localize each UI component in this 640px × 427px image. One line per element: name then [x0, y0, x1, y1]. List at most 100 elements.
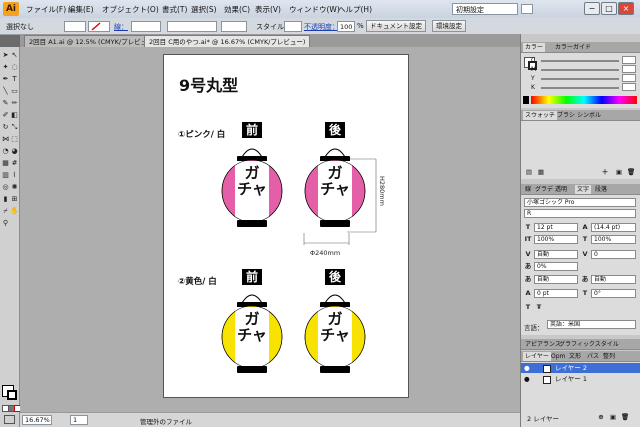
tab-transparency[interactable]: 透明: [553, 185, 569, 194]
tab-character[interactable]: 文字: [575, 185, 592, 194]
tsume-field[interactable]: 0%: [534, 262, 578, 271]
vertical-scale-field[interactable]: 100%: [534, 235, 578, 244]
workspace-select[interactable]: 初期設定: [452, 3, 518, 15]
close-button[interactable]: ×: [618, 2, 634, 15]
rotation-field[interactable]: 0°: [591, 289, 636, 298]
tab-graphic-styles[interactable]: グラフィックスタイル: [557, 340, 621, 349]
minimize-button[interactable]: −: [584, 2, 600, 15]
eye-icon[interactable]: ●: [524, 374, 530, 384]
scale-tool-icon[interactable]: ⤡: [10, 123, 19, 132]
type-tool-icon[interactable]: T: [10, 75, 19, 84]
layer-row-2[interactable]: ● レイヤー 2: [521, 363, 640, 373]
slice-tool-icon[interactable]: ⌿: [1, 207, 10, 216]
language-select[interactable]: 英語：米国: [547, 320, 636, 329]
tab-stroke[interactable]: 線: [523, 185, 533, 194]
perspective-grid-tool-icon[interactable]: ▦: [1, 159, 10, 168]
rotate-tool-icon[interactable]: ↻: [1, 123, 10, 132]
tab-align[interactable]: 整列: [601, 352, 617, 361]
free-transform-tool-icon[interactable]: ⬚: [10, 135, 19, 144]
tab-layers[interactable]: レイヤー: [523, 352, 551, 361]
gradient-tool-icon[interactable]: ▥: [1, 171, 10, 180]
tab-pathfinder-a[interactable]: Opm: [549, 352, 567, 361]
menu-file[interactable]: ファイル(F): [26, 4, 66, 15]
stroke-swatch[interactable]: [88, 21, 110, 32]
live-paint-tool-icon[interactable]: ◕: [10, 147, 19, 156]
stroke-color-icon[interactable]: [7, 390, 17, 400]
search-icon[interactable]: [521, 4, 533, 14]
new-group-icon[interactable]: ▣: [615, 168, 623, 176]
font-family-select[interactable]: 小塚ゴシック Pro: [524, 198, 636, 207]
variable-width-select[interactable]: [167, 21, 217, 32]
aki-left-field[interactable]: 自動: [534, 275, 578, 284]
menu-type[interactable]: 書式(T): [162, 4, 187, 15]
tab-pathfinder-b[interactable]: 文形: [567, 352, 583, 361]
strikethrough-icon[interactable]: Ŧ: [535, 303, 543, 311]
color-spectrum[interactable]: [531, 96, 637, 104]
pen-tool-icon[interactable]: ✒: [1, 75, 10, 84]
font-style-select[interactable]: R: [524, 209, 636, 218]
mesh-tool-icon[interactable]: #: [10, 159, 19, 168]
blend-tool-icon[interactable]: ◎: [1, 183, 10, 192]
menu-edit[interactable]: 編集(E): [68, 4, 94, 15]
width-tool-icon[interactable]: ⋈: [1, 135, 10, 144]
tab-swatches[interactable]: スウォッチ: [523, 111, 558, 120]
leading-field[interactable]: (14.4 pt): [591, 223, 636, 232]
preferences-button[interactable]: 環境設定: [432, 20, 466, 32]
magic-wand-tool-icon[interactable]: ✦: [1, 63, 10, 72]
eyedropper-tool-icon[interactable]: ⌇: [10, 171, 19, 180]
channel-k[interactable]: K: [531, 83, 637, 92]
new-swatch-icon[interactable]: ＋: [601, 168, 609, 176]
lantern-pink-front[interactable]: ガチャ: [217, 143, 287, 235]
baseline-field[interactable]: 0 pt: [534, 289, 578, 298]
shape-builder-tool-icon[interactable]: ◔: [1, 147, 10, 156]
line-tool-icon[interactable]: ╲: [1, 87, 10, 96]
document-setup-button[interactable]: ドキュメント設定: [366, 20, 426, 32]
hand-tool-icon[interactable]: ✋: [10, 207, 19, 216]
library-icon[interactable]: ▤: [525, 168, 533, 176]
menu-effect[interactable]: 効果(C): [224, 4, 250, 15]
screen-mode-icon[interactable]: [4, 415, 15, 424]
symbol-sprayer-tool-icon[interactable]: ✺: [10, 183, 19, 192]
artboard-number-field[interactable]: 1: [70, 415, 88, 425]
tab-gradient[interactable]: グラデ: [533, 185, 555, 194]
tab-color-guide[interactable]: カラーガイド: [553, 43, 593, 52]
tab-paragraph[interactable]: 段落: [593, 185, 609, 194]
artboard[interactable]: 9号丸型 ①ピンク/ 白 ②黄色/ 白 前 後 前 後 H280mm Φ240m…: [163, 54, 409, 398]
layer-row-1[interactable]: ● レイヤー 1: [521, 374, 640, 384]
channel-m[interactable]: M: [531, 65, 637, 74]
file-status-text[interactable]: 管理外のファイル: [140, 416, 192, 426]
delete-layer-icon[interactable]: 🗑: [621, 413, 629, 421]
tab-symbols[interactable]: シンボル: [575, 111, 603, 120]
fill-swatch[interactable]: [64, 21, 86, 32]
tracking-field[interactable]: 0: [591, 250, 636, 259]
lantern-pink-back[interactable]: ガチャ: [300, 143, 370, 235]
maximize-button[interactable]: □: [601, 2, 617, 15]
opacity-field[interactable]: 100: [337, 21, 355, 32]
menu-select[interactable]: 選択(S): [191, 4, 217, 15]
menu-help[interactable]: ヘルプ(H): [338, 4, 372, 15]
black-swatch[interactable]: [523, 96, 529, 104]
delete-swatch-icon[interactable]: 🗑: [627, 168, 635, 176]
column-graph-tool-icon[interactable]: ▮: [1, 195, 10, 204]
new-sublayer-icon[interactable]: ⊕: [597, 413, 605, 421]
font-size-field[interactable]: 12 pt: [534, 223, 578, 232]
graphic-style-select[interactable]: [284, 21, 302, 32]
tab-color[interactable]: カラー: [523, 43, 546, 52]
tab-brushes[interactable]: ブラシ: [555, 111, 577, 120]
underline-icon[interactable]: T: [524, 303, 532, 311]
channel-y[interactable]: Y: [531, 74, 637, 83]
menu-object[interactable]: オブジェクト(O): [102, 4, 159, 15]
swatch-options-icon[interactable]: ▦: [537, 168, 545, 176]
kerning-field[interactable]: 自動: [534, 250, 578, 259]
paintbrush-tool-icon[interactable]: ✎: [1, 99, 10, 108]
stroke-label[interactable]: 線：: [114, 22, 128, 32]
pencil-tool-icon[interactable]: ✏: [10, 99, 19, 108]
new-layer-icon[interactable]: ▣: [609, 413, 617, 421]
zoom-tool-icon[interactable]: ⚲: [1, 219, 10, 228]
eraser-tool-icon[interactable]: ◧: [10, 111, 19, 120]
rectangle-tool-icon[interactable]: ▭: [10, 87, 19, 96]
eye-icon[interactable]: ●: [524, 363, 530, 373]
direct-selection-tool-icon[interactable]: ↖: [10, 51, 19, 60]
menu-window[interactable]: ウィンドウ(W): [289, 4, 340, 15]
channel-c[interactable]: C: [531, 56, 637, 65]
